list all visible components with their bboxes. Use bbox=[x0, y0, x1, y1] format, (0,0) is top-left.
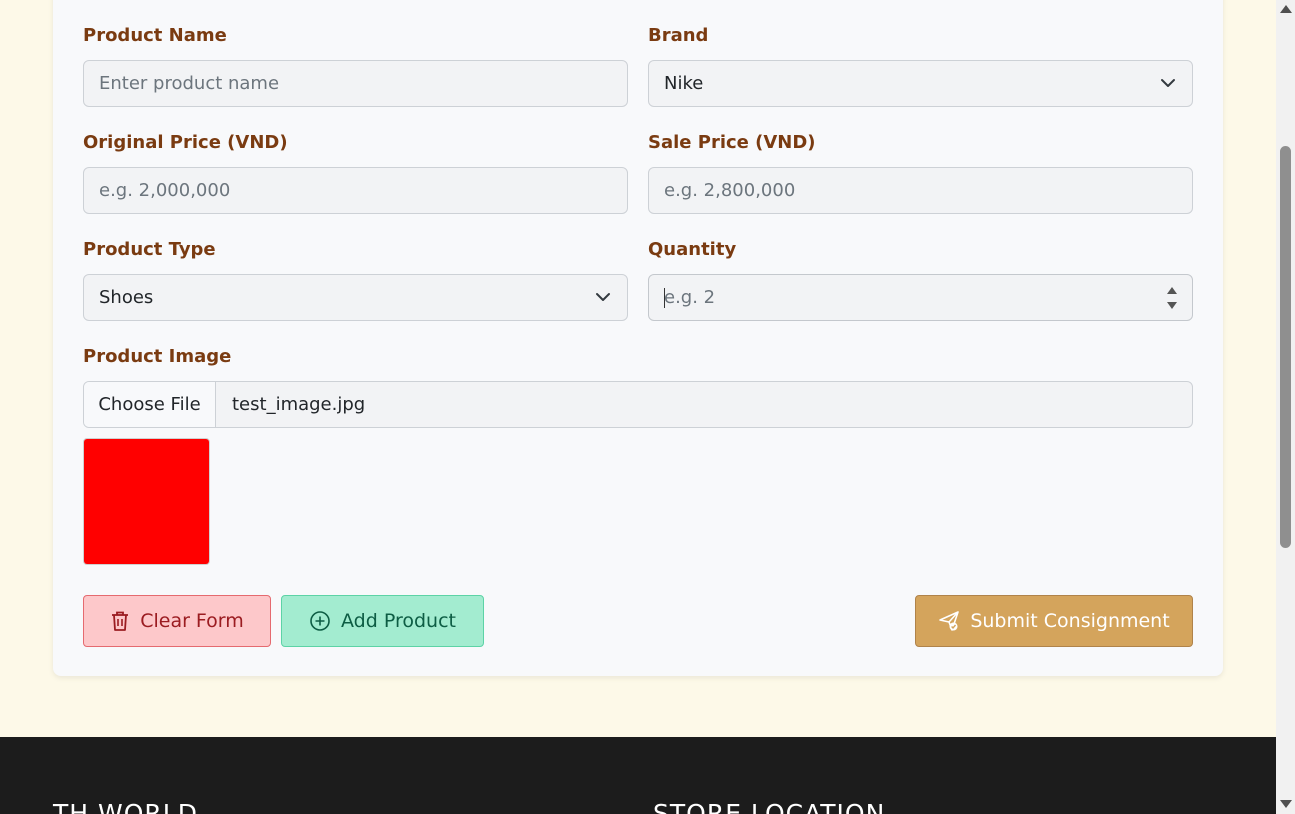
product-name-label: Product Name bbox=[83, 25, 227, 46]
scroll-down-arrow-icon[interactable] bbox=[1280, 800, 1292, 808]
selected-file-name: test_image.jpg bbox=[232, 394, 366, 415]
submit-consignment-label: Submit Consignment bbox=[970, 610, 1170, 632]
brand-selected-value: Nike bbox=[664, 73, 704, 94]
submit-consignment-button[interactable]: Submit Consignment bbox=[915, 595, 1193, 647]
add-product-button[interactable]: Add Product bbox=[281, 595, 484, 647]
brand-label: Brand bbox=[648, 25, 709, 46]
sale-price-label: Sale Price (VND) bbox=[648, 132, 816, 153]
product-type-selected-value: Shoes bbox=[99, 287, 154, 308]
page: Product Name Enter product name Brand Ni… bbox=[0, 0, 1276, 814]
footer-brand-heading: TH WORLD bbox=[53, 799, 198, 814]
vertical-scrollbar[interactable] bbox=[1276, 0, 1295, 814]
image-preview-fill bbox=[84, 439, 209, 564]
quantity-label: Quantity bbox=[648, 239, 737, 260]
clear-form-button[interactable]: Clear Form bbox=[83, 595, 271, 647]
original-price-label: Original Price (VND) bbox=[83, 132, 288, 153]
quantity-placeholder: e.g. 2 bbox=[664, 287, 716, 308]
product-type-select[interactable]: Shoes bbox=[83, 274, 628, 321]
choose-file-button[interactable]: Choose File bbox=[84, 382, 216, 427]
sale-price-placeholder: e.g. 2,800,000 bbox=[664, 180, 796, 201]
chevron-down-icon bbox=[596, 293, 610, 301]
product-image-file-input[interactable]: Choose File test_image.jpg bbox=[83, 381, 1193, 428]
product-name-placeholder: Enter product name bbox=[99, 73, 280, 94]
product-name-input[interactable]: Enter product name bbox=[83, 60, 628, 107]
brand-select[interactable]: Nike bbox=[648, 60, 1193, 107]
site-footer: TH WORLD STORE LOCATION bbox=[0, 737, 1276, 814]
original-price-input[interactable]: e.g. 2,000,000 bbox=[83, 167, 628, 214]
chevron-down-icon bbox=[1161, 79, 1175, 87]
original-price-placeholder: e.g. 2,000,000 bbox=[99, 180, 231, 201]
product-type-label: Product Type bbox=[83, 239, 216, 260]
sale-price-input[interactable]: e.g. 2,800,000 bbox=[648, 167, 1193, 214]
scrollbar-thumb[interactable] bbox=[1280, 146, 1291, 548]
image-preview bbox=[83, 438, 210, 565]
plus-circle-icon bbox=[310, 611, 330, 631]
send-icon bbox=[939, 611, 960, 631]
add-product-label: Add Product bbox=[341, 610, 456, 632]
clear-form-label: Clear Form bbox=[140, 610, 244, 632]
trash-icon bbox=[112, 611, 129, 631]
quantity-input[interactable]: e.g. 2 bbox=[648, 274, 1193, 321]
footer-store-location-heading: STORE LOCATION bbox=[653, 799, 886, 814]
scroll-up-arrow-icon[interactable] bbox=[1280, 5, 1292, 13]
product-image-label: Product Image bbox=[83, 346, 232, 367]
number-spinner-icon[interactable] bbox=[1166, 283, 1178, 313]
